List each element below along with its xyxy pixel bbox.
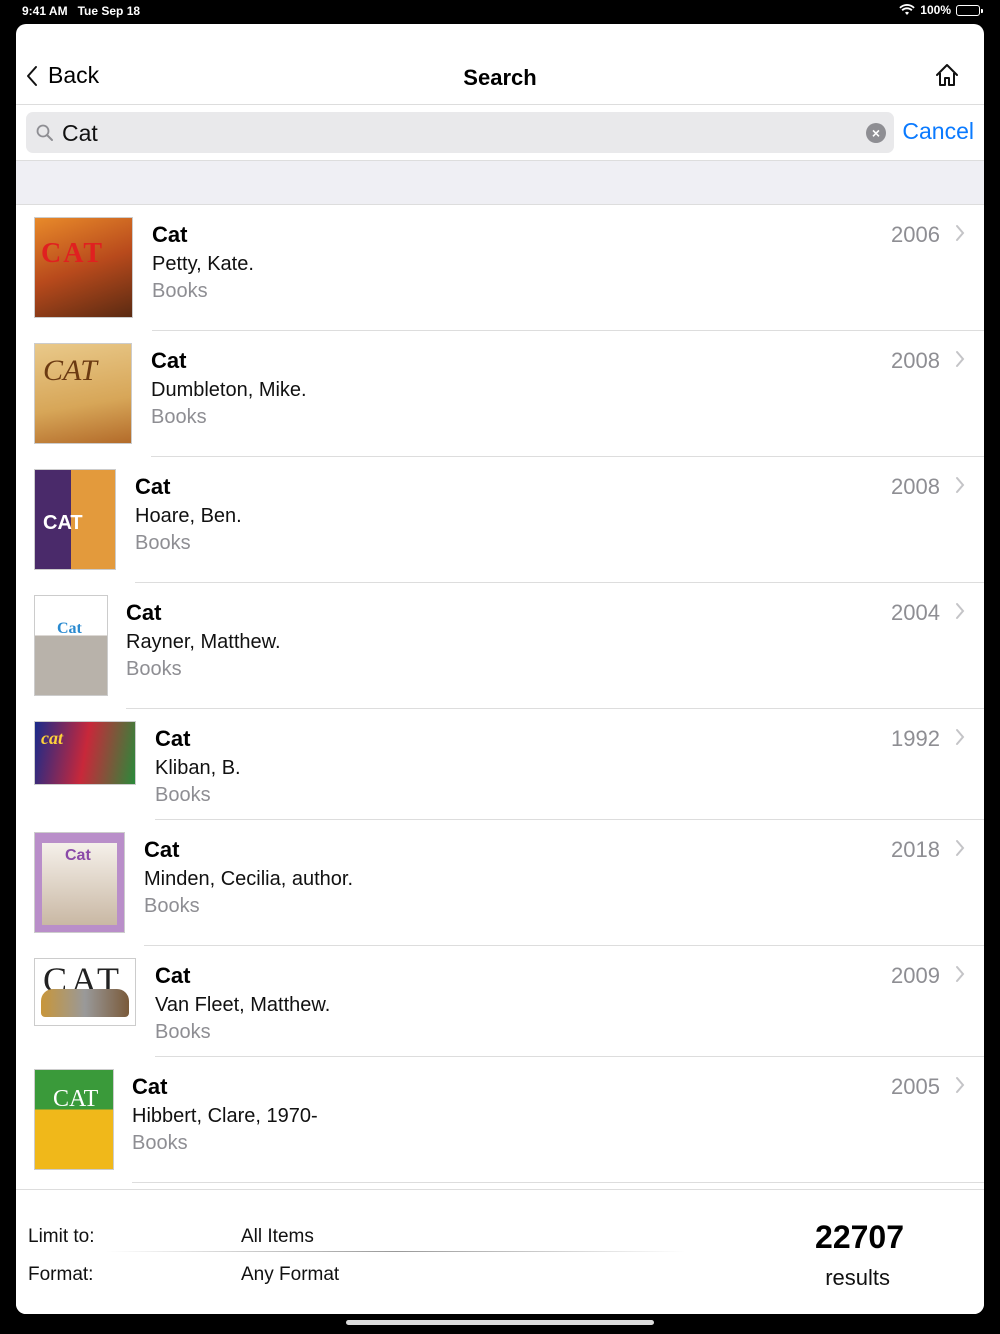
result-title: Cat: [152, 222, 188, 247]
result-year: 2006: [891, 222, 940, 247]
result-year: 1992: [891, 726, 940, 751]
list-item[interactable]: Cat Cat Minden, Cecilia, author. Books 2…: [16, 820, 984, 946]
home-indicator[interactable]: [346, 1320, 654, 1325]
book-cover: CAT: [34, 1069, 114, 1170]
result-year: 2005: [891, 1074, 940, 1099]
chevron-right-icon: [956, 351, 965, 367]
book-cover: CAT: [34, 217, 133, 318]
chevron-right-icon: [956, 729, 965, 745]
clear-search-icon[interactable]: ×: [866, 123, 886, 143]
list-item[interactable]: CAT Cat Dumbleton, Mike. Books 2008: [16, 331, 984, 457]
book-cover: Cat: [34, 595, 108, 696]
battery-percent: 100%: [920, 3, 951, 17]
list-item[interactable]: cat Cat Kliban, B. Books 1992: [16, 709, 984, 820]
chevron-right-icon: [956, 603, 965, 619]
page-title: Search: [463, 65, 537, 90]
result-year: 2004: [891, 600, 940, 625]
result-title: Cat: [144, 837, 180, 862]
status-right: 100%: [899, 3, 983, 17]
book-cover: CAT: [34, 343, 132, 444]
result-title: Cat: [132, 1074, 168, 1099]
battery-icon: [956, 4, 983, 16]
result-year: 2008: [891, 474, 940, 499]
search-icon: [36, 124, 53, 141]
home-icon[interactable]: [934, 62, 960, 88]
limit-select[interactable]: All Items: [241, 1226, 314, 1248]
chevron-right-icon: [956, 477, 965, 493]
result-title: Cat: [151, 348, 187, 373]
format-select[interactable]: Any Format: [241, 1264, 339, 1286]
result-year: 2009: [891, 963, 940, 988]
result-title: Cat: [155, 726, 191, 751]
result-author: Minden, Cecilia, author.: [144, 868, 354, 890]
row-divider: [132, 1182, 984, 1183]
search-input[interactable]: Cat ×: [26, 112, 894, 153]
chevron-right-icon: [956, 1077, 965, 1093]
book-cover: CAT: [34, 958, 136, 1026]
result-author: Rayner, Matthew.: [126, 631, 281, 653]
list-item[interactable]: CAT Cat Van Fleet, Matthew. Books 2009: [16, 946, 984, 1057]
chevron-right-icon: [956, 966, 965, 982]
status-time: 9:41 AM Tue Sep 18: [22, 4, 141, 18]
result-format: Books: [135, 532, 191, 554]
list-item[interactable]: CAT Cat Hibbert, Clare, 1970- Books 2005: [16, 1057, 984, 1183]
cancel-button[interactable]: Cancel: [902, 118, 974, 145]
limit-label: Limit to:: [28, 1226, 95, 1247]
result-author: Petty, Kate.: [152, 253, 254, 275]
result-format: Books: [155, 784, 211, 806]
book-cover: cat: [34, 721, 136, 785]
list-item[interactable]: CAT Cat Petty, Kate. Books 2006: [16, 205, 984, 331]
list-item[interactable]: Cat Cat Rayner, Matthew. Books 2004: [16, 583, 984, 709]
book-cover: CAT: [34, 469, 116, 570]
search-sheet: Back Search Cat × Cancel CAT Cat Petty, …: [16, 24, 984, 1314]
list-item[interactable]: CAT Cat Hoare, Ben. Books 2008: [16, 457, 984, 583]
search-value: Cat: [62, 120, 98, 146]
results-footer: Limit to: All Items Format: Any Format 2…: [16, 1189, 984, 1314]
result-title: Cat: [135, 474, 171, 499]
result-title: Cat: [126, 600, 162, 625]
wifi-icon: [899, 4, 915, 15]
result-format: Books: [155, 1021, 211, 1043]
result-format: Books: [144, 895, 200, 917]
format-label: Format:: [28, 1264, 94, 1285]
result-count-label: results: [825, 1265, 890, 1290]
section-header: [16, 161, 984, 205]
result-author: Hoare, Ben.: [135, 505, 242, 527]
result-format: Books: [132, 1132, 188, 1154]
result-author: Hibbert, Clare, 1970-: [132, 1105, 318, 1127]
navigation-bar: Back Search: [16, 24, 984, 105]
chevron-right-icon: [956, 840, 965, 856]
results-list: CAT Cat Petty, Kate. Books 2006 CAT Cat …: [16, 205, 984, 1189]
footer-divider: [106, 1251, 686, 1252]
result-author: Dumbleton, Mike.: [151, 379, 307, 401]
result-format: Books: [152, 280, 208, 302]
result-author: Van Fleet, Matthew.: [155, 994, 331, 1016]
result-author: Kliban, B.: [155, 757, 241, 779]
result-title: Cat: [155, 963, 191, 988]
search-bar: Cat × Cancel: [16, 105, 984, 161]
chevron-right-icon: [956, 225, 965, 241]
book-cover: Cat: [34, 832, 125, 933]
result-format: Books: [126, 658, 182, 680]
result-format: Books: [151, 406, 207, 428]
status-bar: 9:41 AM Tue Sep 18 100%: [0, 0, 1000, 24]
result-year: 2018: [891, 837, 940, 862]
result-year: 2008: [891, 348, 940, 373]
result-count: 22707: [815, 1219, 904, 1255]
